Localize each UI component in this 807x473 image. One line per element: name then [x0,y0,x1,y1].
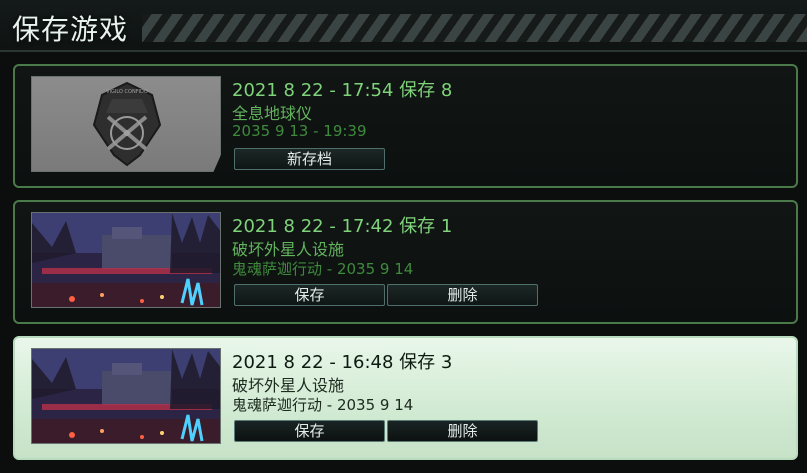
page-title: 保存游戏 [12,13,129,46]
save-slot-1[interactable]: VIGILO CONFIDO 2021 8 22 - 17:54 保存 8 全息… [13,64,798,188]
mission-scene-image [32,349,220,443]
header-divider [0,50,807,52]
save-slot-datetime: 2021 8 22 - 17:42 保存 1 [232,216,453,237]
mission-scene-image [32,213,220,307]
xcom-emblem-thumbnail: VIGILO CONFIDO [31,76,221,172]
save-slot-mission: 破坏外星人设施 [232,240,345,259]
save-slot-2[interactable]: 2021 8 22 - 17:42 保存 1 破坏外星人设施 鬼魂萨迦行动 - … [13,200,798,324]
new-save-button[interactable]: 新存档 [234,148,385,170]
mission-scene-thumbnail [31,348,221,444]
hazard-stripe-decoration [142,14,807,42]
save-slot-game-date: 2035 9 13 - 19:39 [232,122,367,140]
header-bar: 保存游戏 [0,0,807,52]
save-button[interactable]: 保存 [234,420,385,442]
save-slot-operation-date: 鬼魂萨迦行动 - 2035 9 14 [232,396,414,414]
save-slot-operation-date: 鬼魂萨迦行动 - 2035 9 14 [232,260,414,278]
save-button[interactable]: 保存 [234,284,385,306]
mission-scene-thumbnail [31,212,221,308]
emblem-text: VIGILO CONFIDO [106,89,148,95]
save-slot-datetime: 2021 8 22 - 17:54 保存 8 [232,80,453,101]
save-slot-3-selected[interactable]: 2021 8 22 - 16:48 保存 3 破坏外星人设施 鬼魂萨迦行动 - … [13,336,798,460]
save-slot-location: 全息地球仪 [232,104,313,123]
save-slot-mission: 破坏外星人设施 [232,376,345,395]
xcom-emblem-icon: VIGILO CONFIDO [92,81,162,167]
delete-button[interactable]: 删除 [387,420,538,442]
delete-button[interactable]: 删除 [387,284,538,306]
save-slot-datetime: 2021 8 22 - 16:48 保存 3 [232,352,453,373]
